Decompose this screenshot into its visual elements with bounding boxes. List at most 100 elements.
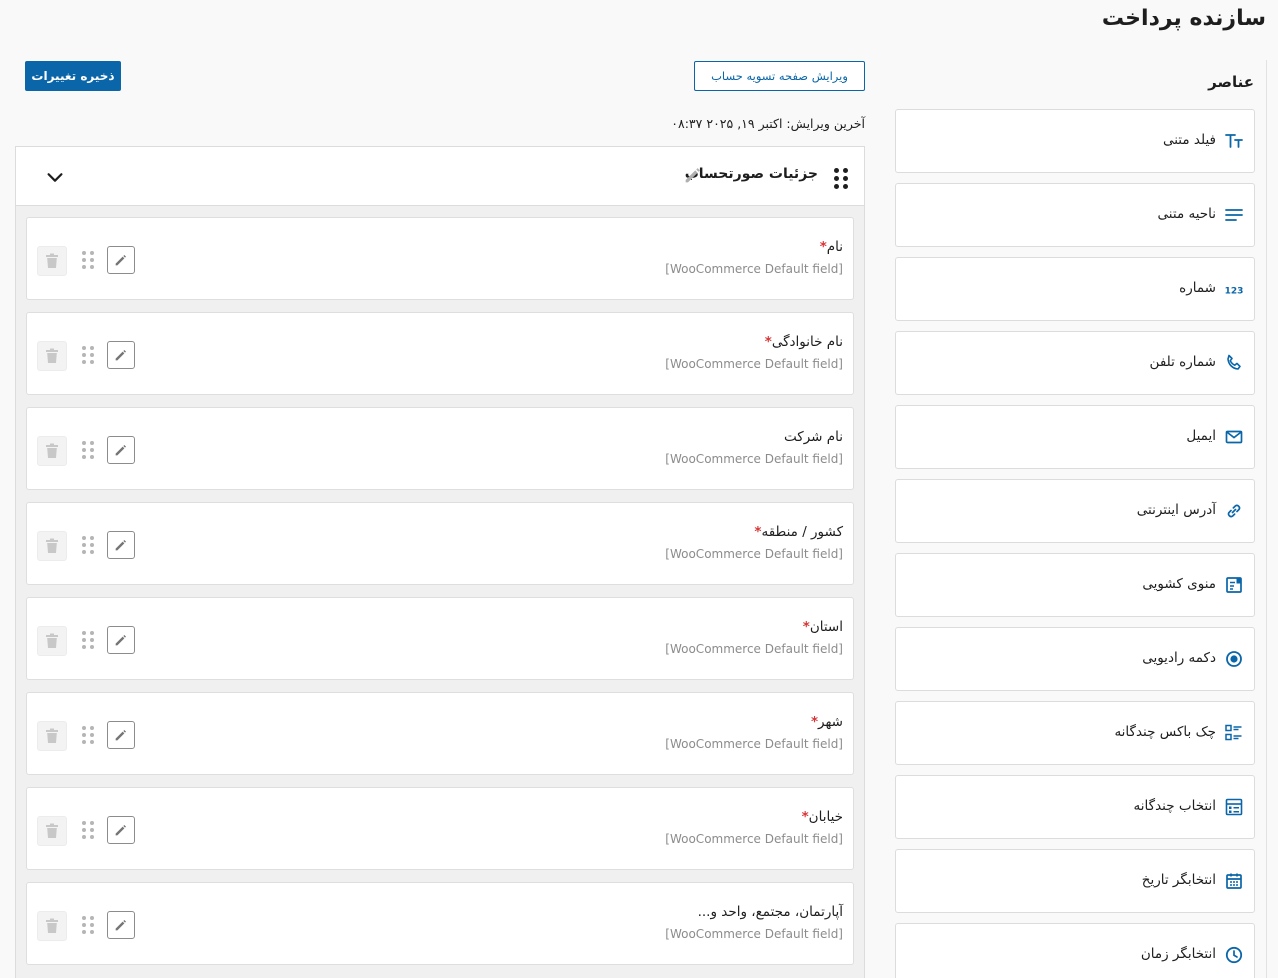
delete-field-button[interactable] xyxy=(37,816,67,846)
field-row[interactable]: کشور / منطقه* [WooCommerce Default field] xyxy=(26,502,854,585)
section-title: جزئیات صورتحساب xyxy=(684,166,818,182)
edit-field-button[interactable] xyxy=(107,436,135,464)
element-label: دکمه رادیویی xyxy=(1142,650,1216,666)
element-label: انتخابگر زمان xyxy=(1140,946,1216,962)
field-label: نام خانوادگی* xyxy=(764,334,843,350)
field-row[interactable]: نام* [WooCommerce Default field] xyxy=(26,217,854,300)
field-source-note: [WooCommerce Default field] xyxy=(665,452,843,466)
edit-field-button[interactable] xyxy=(107,911,135,939)
field-row[interactable]: آپارتمان، مجتمع، واحد و... [WooCommerce D… xyxy=(26,882,854,965)
form-builder-canvas: جزئیات صورتحساب نام* [WooCommerce Default… xyxy=(15,146,865,978)
drag-handle-icon[interactable] xyxy=(82,346,94,364)
required-marker: * xyxy=(802,619,810,635)
trash-icon xyxy=(46,443,58,458)
trash-icon xyxy=(46,348,58,363)
edit-checkout-page-button[interactable]: ویرایش صفحه تسویه حساب xyxy=(694,61,865,91)
element-label: آدرس اینترنتی xyxy=(1136,502,1216,518)
pencil-icon xyxy=(115,825,126,836)
delete-field-button[interactable] xyxy=(37,341,67,371)
field-row[interactable]: استان* [WooCommerce Default field] xyxy=(26,597,854,680)
text-field-icon xyxy=(1224,131,1244,151)
element-date-picker[interactable]: انتخابگر تاریخ xyxy=(895,849,1255,913)
trash-icon xyxy=(46,918,58,933)
element-label: ناحیه متنی xyxy=(1157,206,1216,222)
edit-field-button[interactable] xyxy=(107,531,135,559)
delete-field-button[interactable] xyxy=(37,531,67,561)
drag-handle-icon[interactable] xyxy=(82,536,94,554)
radio-icon xyxy=(1224,649,1244,669)
field-label: خیابان* xyxy=(801,809,843,825)
element-dropdown[interactable]: منوی کشویی xyxy=(895,553,1255,617)
pencil-icon xyxy=(115,255,126,266)
section-drag-handle-icon[interactable] xyxy=(834,168,850,189)
field-row[interactable]: نام شرکت [WooCommerce Default field] xyxy=(26,407,854,490)
trash-icon xyxy=(46,633,58,648)
field-source-note: [WooCommerce Default field] xyxy=(665,737,843,751)
element-time-picker[interactable]: انتخابگر زمان xyxy=(895,923,1255,978)
drag-handle-icon[interactable] xyxy=(82,821,94,839)
field-row[interactable]: شهر* [WooCommerce Default field] xyxy=(26,692,854,775)
trash-icon xyxy=(46,538,58,553)
element-label: ایمیل xyxy=(1186,428,1216,444)
pencil-icon xyxy=(115,920,126,931)
multi-select-icon xyxy=(1224,797,1244,817)
field-row[interactable]: خیابان* [WooCommerce Default field] xyxy=(26,787,854,870)
element-phone[interactable]: شماره تلفن xyxy=(895,331,1255,395)
delete-field-button[interactable] xyxy=(37,436,67,466)
field-source-note: [WooCommerce Default field] xyxy=(665,642,843,656)
field-source-note: [WooCommerce Default field] xyxy=(665,357,843,371)
elements-title: عناصر xyxy=(1208,73,1254,91)
palette-divider xyxy=(1266,60,1267,978)
save-changes-button[interactable]: ذخیره تغییرات xyxy=(25,61,121,91)
edit-field-button[interactable] xyxy=(107,246,135,274)
field-label: استان* xyxy=(802,619,843,635)
element-radio[interactable]: دکمه رادیویی xyxy=(895,627,1255,691)
element-multi-select[interactable]: انتخاب چندگانه xyxy=(895,775,1255,839)
element-email[interactable]: ایمیل xyxy=(895,405,1255,469)
delete-field-button[interactable] xyxy=(37,721,67,751)
clock-icon xyxy=(1224,945,1244,965)
drag-handle-icon[interactable] xyxy=(82,631,94,649)
drag-handle-icon[interactable] xyxy=(82,251,94,269)
pencil-icon xyxy=(115,445,126,456)
dropdown-icon xyxy=(1224,575,1244,595)
field-label: نام* xyxy=(819,239,843,255)
drag-handle-icon[interactable] xyxy=(82,916,94,934)
delete-field-button[interactable] xyxy=(37,246,67,276)
delete-field-button[interactable] xyxy=(37,626,67,656)
field-source-note: [WooCommerce Default field] xyxy=(665,927,843,941)
field-label: آپارتمان، مجتمع، واحد و... xyxy=(697,904,843,920)
element-label: شماره xyxy=(1179,280,1216,296)
element-label: انتخابگر تاریخ xyxy=(1141,872,1216,888)
required-marker: * xyxy=(819,239,827,255)
field-label: نام شرکت xyxy=(784,429,843,445)
page-title: سازنده پرداخت xyxy=(1101,6,1266,31)
field-source-note: [WooCommerce Default field] xyxy=(665,832,843,846)
element-label: چک باکس چندگانه xyxy=(1114,724,1216,740)
field-row[interactable]: نام خانوادگی* [WooCommerce Default field] xyxy=(26,312,854,395)
field-list: نام* [WooCommerce Default field] نام خانوا… xyxy=(26,217,854,977)
section-header-billing[interactable]: جزئیات صورتحساب xyxy=(16,147,864,206)
edit-field-button[interactable] xyxy=(107,626,135,654)
element-url[interactable]: آدرس اینترنتی xyxy=(895,479,1255,543)
edit-field-button[interactable] xyxy=(107,816,135,844)
trash-icon xyxy=(46,253,58,268)
pencil-icon xyxy=(115,635,126,646)
element-multi-checkbox[interactable]: چک باکس چندگانه xyxy=(895,701,1255,765)
drag-handle-icon[interactable] xyxy=(82,726,94,744)
drag-handle-icon[interactable] xyxy=(82,441,94,459)
chevron-down-icon[interactable] xyxy=(44,166,66,188)
link-icon xyxy=(1224,501,1244,521)
pencil-icon[interactable] xyxy=(682,164,704,186)
number-icon: 123 xyxy=(1224,279,1244,299)
delete-field-button[interactable] xyxy=(37,911,67,941)
field-label: کشور / منطقه* xyxy=(754,524,843,540)
required-marker: * xyxy=(764,334,772,350)
element-text-field[interactable]: فیلد متنی xyxy=(895,109,1255,173)
edit-field-button[interactable] xyxy=(107,341,135,369)
last-edited-timestamp: آخرین ویرایش: اکتبر ۱۹, ۲۰۲۵ ۰۸:۳۷ xyxy=(671,116,865,131)
element-number[interactable]: 123 شماره xyxy=(895,257,1255,321)
element-label: منوی کشویی xyxy=(1142,576,1216,592)
edit-field-button[interactable] xyxy=(107,721,135,749)
element-textarea[interactable]: ناحیه متنی xyxy=(895,183,1255,247)
